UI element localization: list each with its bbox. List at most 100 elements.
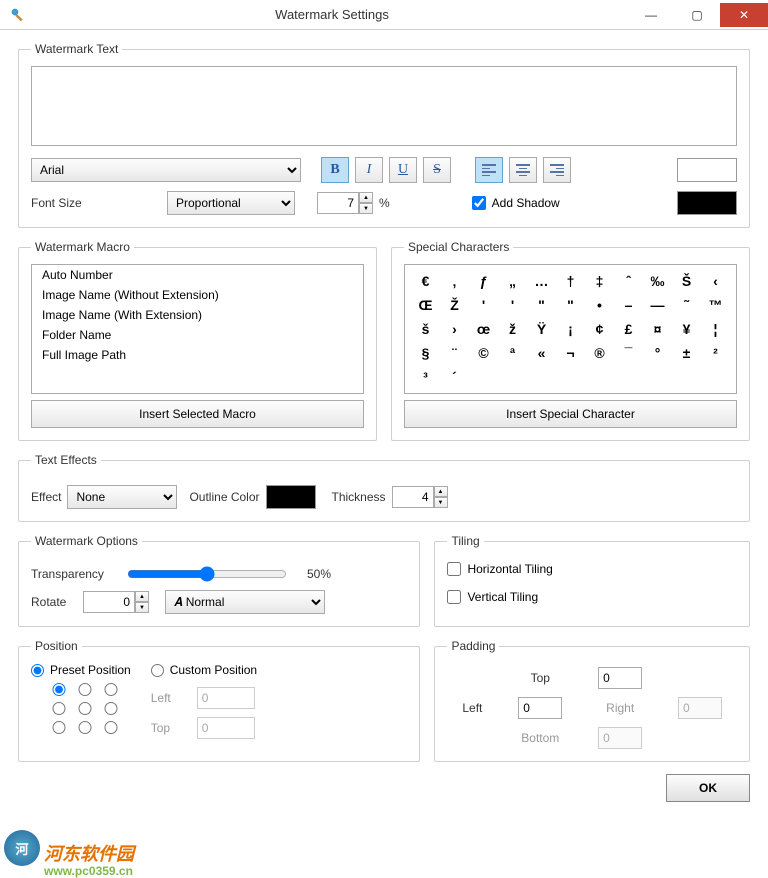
fontsize-spinner[interactable]: ▲▼: [317, 192, 373, 214]
macro-group: Watermark Macro Auto Number Image Name (…: [18, 240, 377, 441]
special-char[interactable]: °: [645, 345, 670, 361]
special-char[interactable]: ²: [703, 345, 728, 361]
special-char[interactable]: ³: [413, 369, 438, 385]
thickness-input[interactable]: [392, 486, 434, 508]
special-char[interactable]: ˜: [674, 297, 699, 313]
position-top-input: [197, 717, 255, 739]
special-char[interactable]: ´: [442, 369, 467, 385]
special-char[interactable]: …: [529, 273, 554, 289]
fontsize-input[interactable]: [317, 192, 359, 214]
special-char[interactable]: €: [413, 273, 438, 289]
watermark-text-input[interactable]: [31, 66, 737, 146]
special-char[interactable]: ¨: [442, 345, 467, 361]
underline-button[interactable]: U: [389, 157, 417, 183]
special-char[interactable]: ®: [587, 345, 612, 361]
special-char[interactable]: •: [587, 297, 612, 313]
close-button[interactable]: ✕: [720, 3, 768, 27]
position-grid[interactable]: [49, 683, 131, 734]
spin-up[interactable]: ▲: [359, 192, 373, 203]
position-legend: Position: [31, 639, 82, 653]
list-item[interactable]: Full Image Path: [32, 345, 363, 365]
special-char[interactable]: ©: [471, 345, 496, 361]
insert-macro-button[interactable]: Insert Selected Macro: [31, 400, 364, 428]
special-char[interactable]: „: [500, 273, 525, 289]
special-char[interactable]: ±: [674, 345, 699, 361]
special-char[interactable]: ‚: [442, 273, 467, 289]
special-chars-grid[interactable]: €‚ƒ„…†‡ˆ‰Š‹ŒŽ''""•–—˜™š›œžŸ¡¢£¤¥¦§¨©ª«¬®…: [404, 264, 737, 394]
align-center-button[interactable]: [509, 157, 537, 183]
font-select[interactable]: Arial: [31, 158, 301, 182]
maximize-button[interactable]: ▢: [674, 3, 720, 27]
padding-top-input[interactable]: [598, 667, 642, 689]
special-char[interactable]: §: [413, 345, 438, 361]
bold-button[interactable]: B: [321, 157, 349, 183]
vertical-tiling-checkbox[interactable]: Vertical Tiling: [447, 590, 737, 604]
special-char[interactable]: Š: [674, 273, 699, 289]
special-char[interactable]: ¢: [587, 321, 612, 337]
special-char[interactable]: ž: [500, 321, 525, 337]
list-item[interactable]: Auto Number: [32, 265, 363, 285]
special-char[interactable]: ¯: [616, 345, 641, 361]
window-title: Watermark Settings: [36, 7, 628, 22]
special-char[interactable]: Ž: [442, 297, 467, 313]
italic-button[interactable]: I: [355, 157, 383, 183]
rotate-spinner[interactable]: ▲▼: [83, 591, 149, 613]
padding-legend: Padding: [447, 639, 499, 653]
list-item[interactable]: Image Name (Without Extension): [32, 285, 363, 305]
footer-logo: 河: [4, 830, 40, 866]
special-char[interactable]: ‡: [587, 273, 612, 289]
list-item[interactable]: Image Name (With Extension): [32, 305, 363, 325]
special-char[interactable]: ›: [442, 321, 467, 337]
special-char[interactable]: ¬: [558, 345, 583, 361]
special-char[interactable]: ": [529, 297, 554, 313]
transparency-slider[interactable]: [127, 566, 287, 582]
macro-listbox[interactable]: Auto Number Image Name (Without Extensio…: [31, 264, 364, 394]
special-char[interactable]: ¥: [674, 321, 699, 337]
position-left-input: [197, 687, 255, 709]
fontsize-mode-select[interactable]: Proportional: [167, 191, 295, 215]
special-char[interactable]: —: [645, 297, 670, 313]
text-color-swatch[interactable]: [677, 158, 737, 182]
special-char[interactable]: ‹: [703, 273, 728, 289]
special-char[interactable]: ™: [703, 297, 728, 313]
spin-down[interactable]: ▼: [359, 203, 373, 214]
special-char[interactable]: ƒ: [471, 273, 496, 289]
special-char[interactable]: ‰: [645, 273, 670, 289]
add-shadow-checkbox[interactable]: Add Shadow: [472, 196, 560, 210]
rotate-input[interactable]: [83, 591, 135, 613]
horizontal-tiling-checkbox[interactable]: Horizontal Tiling: [447, 562, 737, 576]
special-char[interactable]: Œ: [413, 297, 438, 313]
special-char[interactable]: ¡: [558, 321, 583, 337]
special-char[interactable]: ': [500, 297, 525, 313]
orientation-select[interactable]: 𝑨 Normal: [165, 590, 325, 614]
special-char[interactable]: –: [616, 297, 641, 313]
custom-position-radio[interactable]: Custom Position: [151, 663, 257, 677]
special-char[interactable]: †: [558, 273, 583, 289]
preset-position-radio[interactable]: Preset Position: [31, 663, 131, 677]
strike-button[interactable]: S: [423, 157, 451, 183]
special-char[interactable]: ª: [500, 345, 525, 361]
insert-special-button[interactable]: Insert Special Character: [404, 400, 737, 428]
macro-legend: Watermark Macro: [31, 240, 134, 254]
align-left-button[interactable]: [475, 157, 503, 183]
transparency-label: Transparency: [31, 567, 121, 581]
ok-button[interactable]: OK: [666, 774, 750, 802]
special-char[interactable]: œ: [471, 321, 496, 337]
special-char[interactable]: š: [413, 321, 438, 337]
thickness-spinner[interactable]: ▲▼: [392, 486, 448, 508]
special-char[interactable]: ˆ: [616, 273, 641, 289]
special-char[interactable]: «: [529, 345, 554, 361]
special-char[interactable]: ¦: [703, 321, 728, 337]
align-right-button[interactable]: [543, 157, 571, 183]
special-char[interactable]: Ÿ: [529, 321, 554, 337]
effect-select[interactable]: None: [67, 485, 177, 509]
special-char[interactable]: ": [558, 297, 583, 313]
minimize-button[interactable]: —: [628, 3, 674, 27]
special-char[interactable]: ': [471, 297, 496, 313]
outline-color-swatch[interactable]: [266, 485, 316, 509]
shadow-color-swatch[interactable]: [677, 191, 737, 215]
special-char[interactable]: ¤: [645, 321, 670, 337]
padding-left-input[interactable]: [518, 697, 562, 719]
list-item[interactable]: Folder Name: [32, 325, 363, 345]
special-char[interactable]: £: [616, 321, 641, 337]
